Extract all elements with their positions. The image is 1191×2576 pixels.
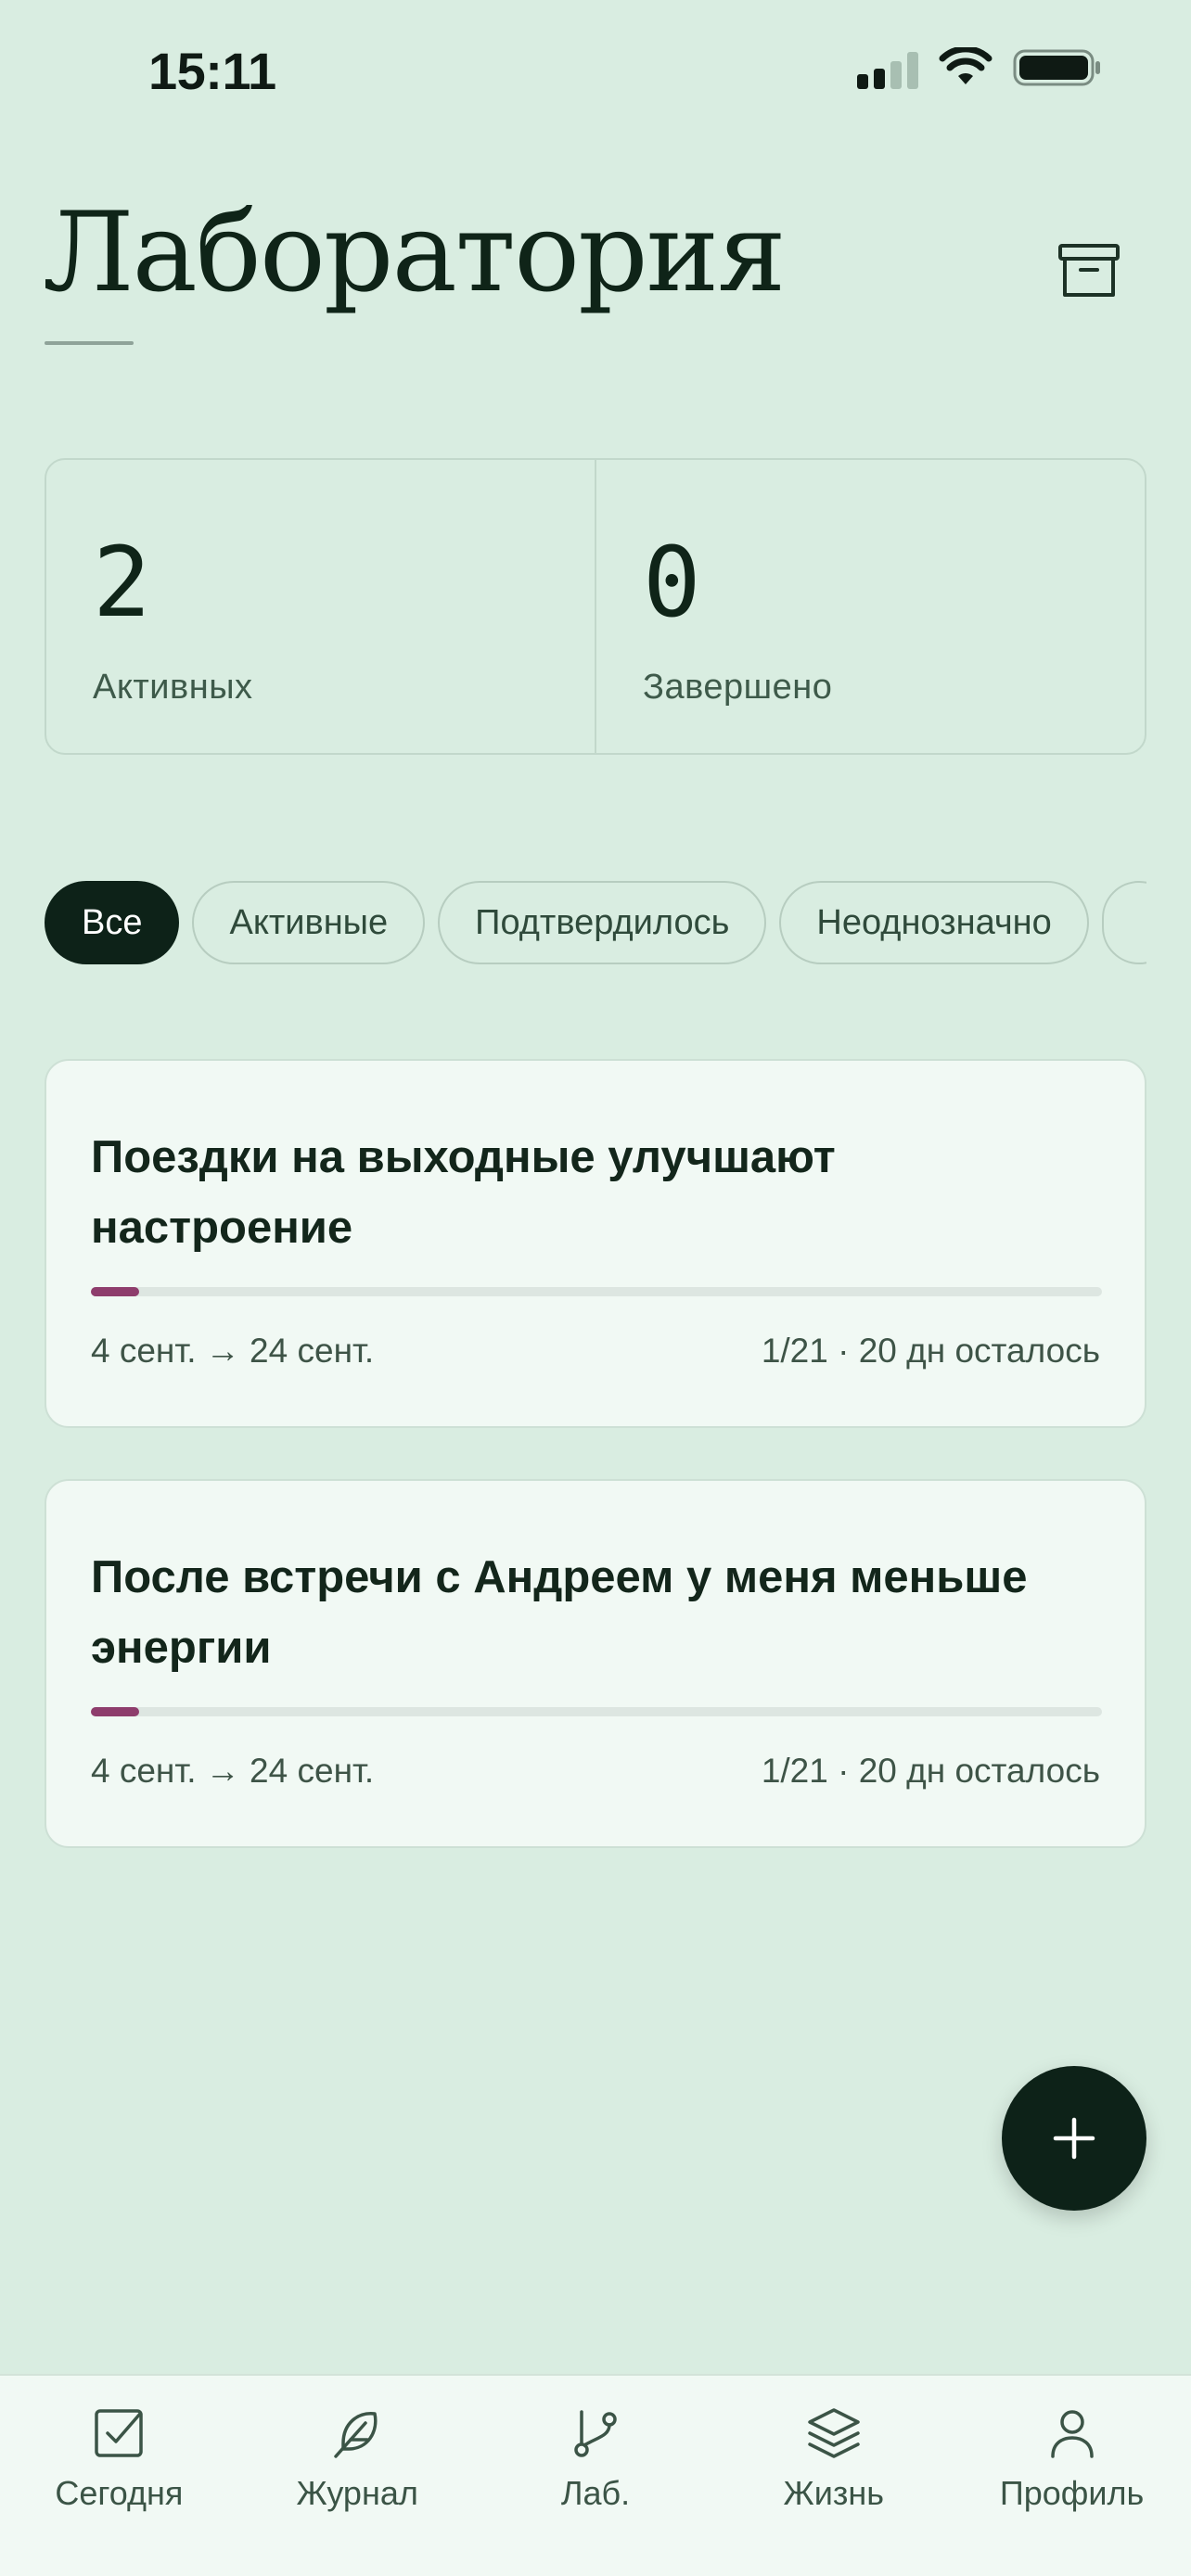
experiment-dates: 4 сент. → 24 сент. (91, 1332, 375, 1370)
nav-item-lab[interactable]: Лаб. (477, 2376, 715, 2576)
page-title: Лаборатория (43, 188, 787, 316)
experiment-status: 1/21 · 20 дн осталось (761, 1332, 1100, 1370)
nav-label-lab: Лаб. (560, 2474, 631, 2512)
wifi-icon (939, 47, 992, 84)
stat-active-value: 2 (93, 526, 151, 639)
filter-chip-ambiguous[interactable]: Неоднозначно (779, 881, 1089, 964)
battery-icon (1013, 49, 1100, 86)
nav-item-profile[interactable]: Профиль (953, 2376, 1191, 2576)
nav-label-profile: Профиль (999, 2474, 1145, 2512)
stat-completed-label: Завершено (643, 668, 833, 707)
stat-active: 2 Активных (46, 460, 595, 753)
experiment-title: Поездки на выходные улучшают настроение (91, 1132, 836, 1253)
nav-label-life: Жизнь (783, 2474, 885, 2512)
nav-label-journal: Журнал (296, 2474, 418, 2512)
cellular-signal-icon (857, 46, 918, 89)
status-icons (857, 46, 1102, 89)
experiment-title: После встречи с Андреем у меня меньше эн… (91, 1552, 1028, 1673)
stats-card: 2 Активных 0 Завершено (45, 458, 1146, 755)
plus-icon (1053, 2117, 1095, 2160)
nav-label-today: Сегодня (55, 2474, 184, 2512)
progress-fill (91, 1287, 139, 1296)
nav-item-life[interactable]: Жизнь (714, 2376, 953, 2576)
experiment-card[interactable]: После встречи с Андреем у меня меньше эн… (45, 1479, 1146, 1848)
add-experiment-button[interactable] (1002, 2066, 1146, 2211)
filter-chip-more[interactable] (1101, 881, 1146, 964)
progress-fill (91, 1707, 139, 1716)
stat-completed: 0 Завершено (595, 460, 1145, 753)
archive-button[interactable] (1054, 236, 1124, 306)
branch-icon (566, 2404, 625, 2463)
nav-item-today[interactable]: Сегодня (0, 2376, 238, 2576)
bottom-nav: Сегодня Журнал Лаб. Жизнь Профиль (0, 2374, 1191, 2576)
user-icon (1043, 2404, 1102, 2463)
experiment-dates: 4 сент. → 24 сент. (91, 1752, 375, 1790)
feather-icon (327, 2404, 387, 2463)
nav-item-journal[interactable]: Журнал (238, 2376, 477, 2576)
stat-active-label: Активных (93, 668, 253, 707)
experiment-status: 1/21 · 20 дн осталось (761, 1752, 1100, 1790)
progress-bar (91, 1287, 1102, 1296)
progress-bar (91, 1707, 1102, 1716)
filter-chip-confirmed[interactable]: Подтвердилось (438, 881, 767, 964)
checkbox-icon (89, 2404, 148, 2463)
status-time: 15:11 (148, 42, 276, 100)
filter-chip-active[interactable]: Активные (192, 881, 426, 964)
filter-chip-all[interactable]: Все (45, 881, 180, 964)
stat-completed-value: 0 (643, 526, 701, 639)
filter-chips: Все Активные Подтвердилось Неоднозначно (45, 881, 1146, 966)
title-underline (45, 341, 134, 345)
status-bar: 15:11 (0, 0, 1191, 139)
archive-icon (1058, 244, 1120, 297)
layers-icon (804, 2404, 864, 2463)
experiment-card[interactable]: Поездки на выходные улучшают настроение … (45, 1059, 1146, 1428)
